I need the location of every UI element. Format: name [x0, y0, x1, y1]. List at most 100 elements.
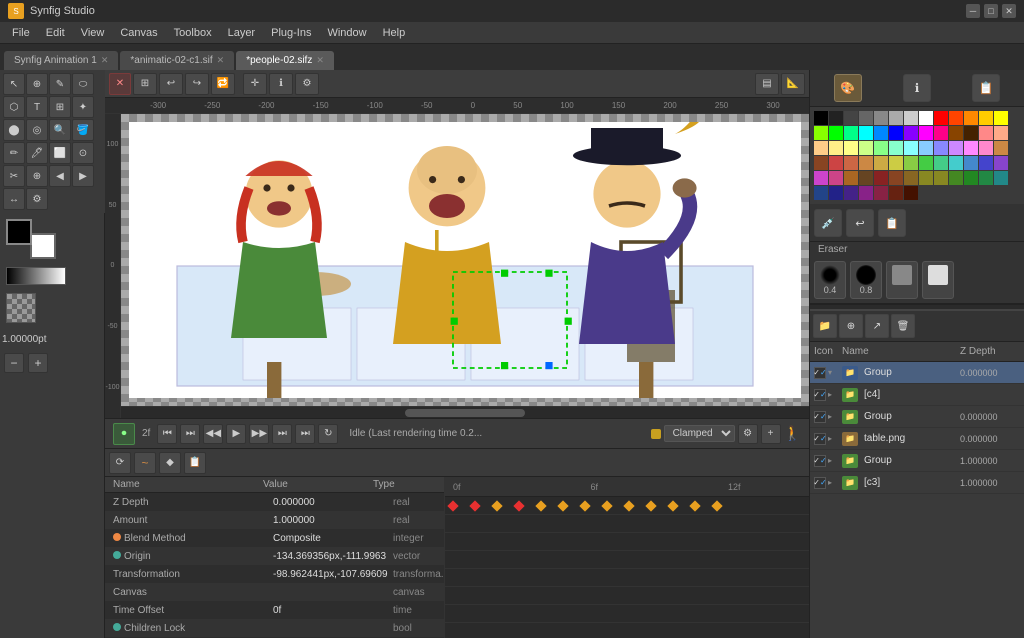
- color-cell-53[interactable]: [829, 171, 843, 185]
- tl-btn-3[interactable]: ◆: [159, 452, 181, 474]
- color-cell-28[interactable]: [844, 141, 858, 155]
- brush-preset-4[interactable]: [922, 261, 954, 299]
- render-btn[interactable]: ⚙: [738, 424, 758, 444]
- tab-close-0[interactable]: ✕: [101, 55, 109, 66]
- canvas-info[interactable]: ℹ: [269, 73, 293, 95]
- lock-canvas-btn[interactable]: ✕: [109, 73, 131, 95]
- brush-preset-2[interactable]: 0.8: [850, 261, 882, 299]
- tool-btn-13[interactable]: 🖊: [26, 142, 48, 164]
- skip-start-btn[interactable]: ⏮: [157, 424, 177, 444]
- layer-check-1[interactable]: ✓: [814, 389, 826, 401]
- menu-view[interactable]: View: [73, 25, 113, 41]
- color-cell-26[interactable]: [814, 141, 828, 155]
- layer-row-3[interactable]: ✓ ▸ 📁 table.png 0.000000: [810, 428, 1024, 450]
- color-cell-61[interactable]: [949, 171, 963, 185]
- color-cell-40[interactable]: [829, 156, 843, 170]
- layer-arrow-3[interactable]: ▸: [828, 434, 842, 443]
- canvas-undo[interactable]: ↩: [159, 73, 183, 95]
- tl-btn-2[interactable]: ~: [134, 452, 156, 474]
- menu-canvas[interactable]: Canvas: [112, 25, 165, 41]
- color-cell-32[interactable]: [904, 141, 918, 155]
- canvas-viewport[interactable]: [121, 114, 809, 418]
- color-cell-17[interactable]: [874, 126, 888, 140]
- tool-btn-6[interactable]: ⊞: [49, 96, 71, 118]
- tool-btn-15[interactable]: ⊙: [72, 142, 94, 164]
- extra-btn[interactable]: +: [761, 424, 781, 444]
- color-edit-tool[interactable]: ↩: [846, 209, 874, 237]
- color-cell-50[interactable]: [979, 156, 993, 170]
- color-cell-14[interactable]: [829, 126, 843, 140]
- color-cell-30[interactable]: [874, 141, 888, 155]
- clipboard-icon-btn[interactable]: 📋: [972, 74, 1000, 102]
- color-cell-38[interactable]: [994, 141, 1008, 155]
- color-cell-12[interactable]: [994, 111, 1008, 125]
- tool-btn-10[interactable]: 🔍: [49, 119, 71, 141]
- tool-btn-9[interactable]: ◎: [26, 119, 48, 141]
- color-cell-54[interactable]: [844, 171, 858, 185]
- layer-arrow-0[interactable]: ▾: [828, 368, 842, 377]
- tool-btn-0[interactable]: ↖: [3, 73, 25, 95]
- color-cell-27[interactable]: [829, 141, 843, 155]
- color-cell-24[interactable]: [979, 126, 993, 140]
- color-cell-55[interactable]: [859, 171, 873, 185]
- bg-color-swatch[interactable]: [30, 233, 56, 259]
- color-cell-21[interactable]: [934, 126, 948, 140]
- color-cell-58[interactable]: [904, 171, 918, 185]
- layer-arrow-5[interactable]: ▸: [828, 478, 842, 487]
- color-cell-36[interactable]: [964, 141, 978, 155]
- menu-window[interactable]: Window: [319, 25, 374, 41]
- layer-row-5[interactable]: ✓ ▸ 📁 [c3] 1.000000: [810, 472, 1024, 494]
- color-cell-4[interactable]: [874, 111, 888, 125]
- color-cell-34[interactable]: [934, 141, 948, 155]
- tool-btn-3[interactable]: ⬭: [72, 73, 94, 95]
- tool-btn-16[interactable]: ✂: [3, 165, 25, 187]
- color-cell-13[interactable]: [814, 126, 828, 140]
- prev-keyframe-btn[interactable]: ⏭: [180, 424, 200, 444]
- close-button[interactable]: ✕: [1002, 4, 1016, 18]
- color-cell-37[interactable]: [979, 141, 993, 155]
- canvas-zoom-fit[interactable]: ⊞: [133, 73, 157, 95]
- color-cell-22[interactable]: [949, 126, 963, 140]
- color-cell-7[interactable]: [919, 111, 933, 125]
- layer-arrow-2[interactable]: ▸: [828, 412, 842, 421]
- color-cell-48[interactable]: [949, 156, 963, 170]
- tool-btn-21[interactable]: ⚙: [26, 188, 48, 210]
- layers-icon-btn3[interactable]: ↗: [865, 314, 889, 338]
- color-cell-0[interactable]: [814, 111, 828, 125]
- layer-check-0[interactable]: ✓: [814, 367, 826, 379]
- color-cell-3[interactable]: [859, 111, 873, 125]
- canvas-snap[interactable]: 📐: [781, 73, 805, 95]
- tab-0[interactable]: Synfig Animation 1✕: [4, 51, 118, 70]
- color-cell-52[interactable]: [814, 171, 828, 185]
- color-cell-11[interactable]: [979, 111, 993, 125]
- color-cell-6[interactable]: [904, 111, 918, 125]
- layer-row-2[interactable]: ✓ ▸ 📁 Group 0.000000: [810, 406, 1024, 428]
- color-cell-47[interactable]: [934, 156, 948, 170]
- tool-btn-14[interactable]: ⬜: [49, 142, 71, 164]
- color-cell-59[interactable]: [919, 171, 933, 185]
- plus-button[interactable]: +: [28, 353, 48, 373]
- layer-row-4[interactable]: ✓ ▸ 📁 Group 1.000000: [810, 450, 1024, 472]
- layer-check-4[interactable]: ✓: [814, 455, 826, 467]
- tool-btn-4[interactable]: ⬡: [3, 96, 25, 118]
- step-back-btn[interactable]: ◀◀: [203, 424, 223, 444]
- tool-btn-19[interactable]: ▶: [72, 165, 94, 187]
- minus-button[interactable]: −: [4, 353, 24, 373]
- color-cell-39[interactable]: [814, 156, 828, 170]
- canvas-refresh[interactable]: 🔁: [211, 73, 235, 95]
- loop-btn[interactable]: ↻: [318, 424, 338, 444]
- tab-2[interactable]: *people-02.sifz✕: [236, 51, 334, 70]
- color-cell-29[interactable]: [859, 141, 873, 155]
- color-cell-18[interactable]: [889, 126, 903, 140]
- color-cell-9[interactable]: [949, 111, 963, 125]
- menu-file[interactable]: File: [4, 25, 38, 41]
- color-cell-51[interactable]: [994, 156, 1008, 170]
- tool-btn-17[interactable]: ⊕: [26, 165, 48, 187]
- eyedropper-tool[interactable]: 💉: [814, 209, 842, 237]
- color-cell-20[interactable]: [919, 126, 933, 140]
- layers-icon-btn1[interactable]: 📁: [813, 314, 837, 338]
- color-cell-19[interactable]: [904, 126, 918, 140]
- layers-icon-btn4[interactable]: 🗑: [891, 314, 915, 338]
- color-cell-10[interactable]: [964, 111, 978, 125]
- canvas-settings[interactable]: ⚙: [295, 73, 319, 95]
